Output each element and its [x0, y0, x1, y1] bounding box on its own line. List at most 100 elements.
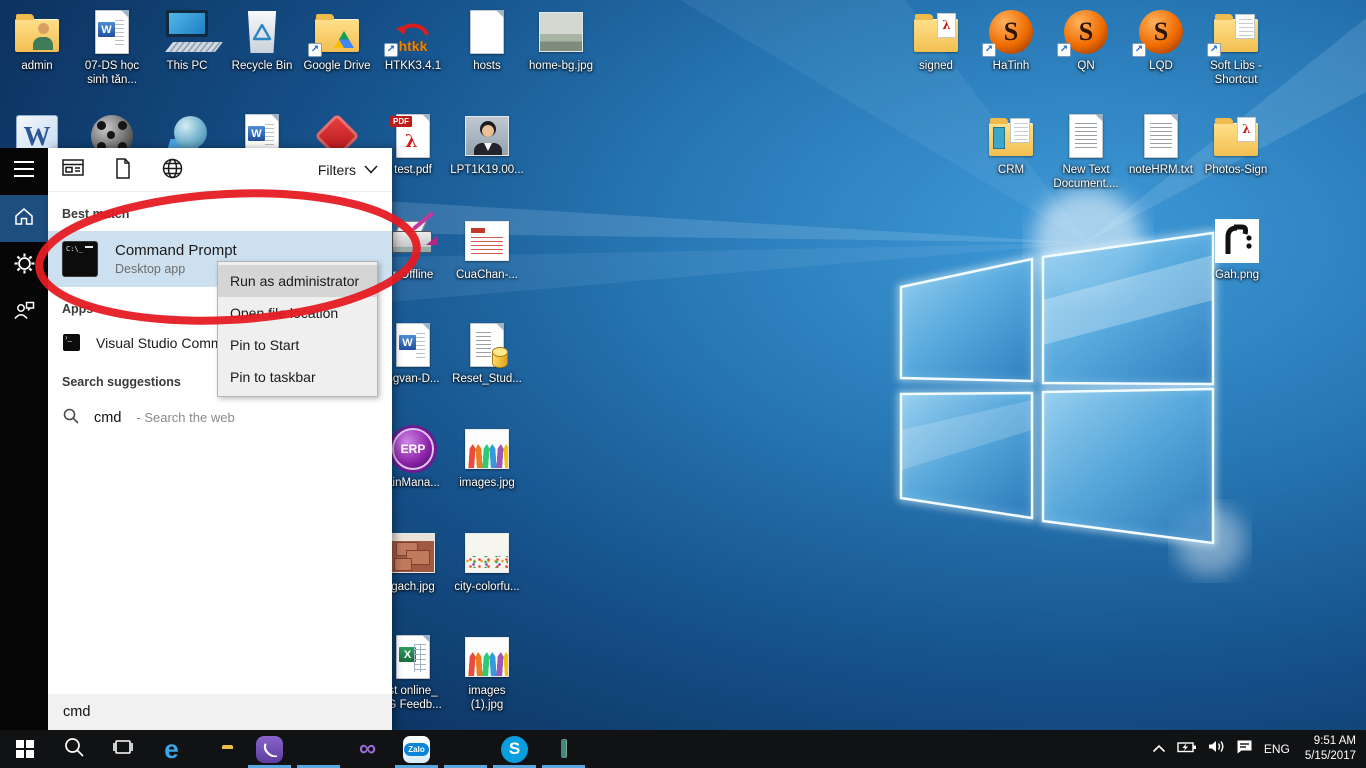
desktop-icon-recycle-bin[interactable]: Recycle Bin	[223, 8, 301, 74]
infinity-icon: ∞	[359, 737, 376, 761]
desktop-icon-label: Reset_Stud...	[448, 373, 526, 387]
desktop-icon-hatinh[interactable]: S↗HaTinh	[972, 8, 1050, 74]
desktop-icon-admin[interactable]: admin	[0, 8, 76, 74]
shortcut-arrow-icon: ↗	[308, 43, 322, 57]
sidebar-item-feedback[interactable]	[0, 289, 48, 336]
gear-icon	[14, 253, 35, 279]
tray-date: 5/15/2017	[1305, 749, 1356, 764]
start-search-input[interactable]: cmd	[48, 694, 392, 730]
taskbar-file-explorer-button[interactable]	[196, 730, 245, 768]
desktop-icon-notehrm-txt[interactable]: noteHRM.txt	[1122, 112, 1200, 178]
desktop-icon-lpt1k19-00[interactable]: LPT1K19.00...	[448, 112, 526, 178]
desktop-icon-images-jpg[interactable]: images.jpg	[448, 425, 526, 491]
desktop-icon-lqd[interactable]: S↗ LQD	[1122, 8, 1200, 74]
skype-icon: S	[501, 736, 528, 763]
windows-logo-icon	[16, 740, 34, 758]
desktop-icon-label: noteHRM.txt	[1122, 164, 1200, 178]
desktop-icon-this-pc[interactable]: This PC	[148, 8, 226, 74]
taskbar-zalo-button[interactable]: Zalo	[392, 730, 441, 768]
taskbar-items: e ∞ Zalo S	[0, 730, 588, 768]
taskbar-chrome-button[interactable]	[294, 730, 343, 768]
desktop-icon-07-ds-h-c-sinh-t-n[interactable]: W07-DS học sinh tăn...	[73, 8, 151, 88]
htkk-icon: htkk↗	[374, 8, 452, 56]
desktop-icon-label: Gah.png	[1198, 269, 1276, 283]
desktop-icon-reset-stud[interactable]: Reset_Stud...	[448, 321, 526, 387]
desktop-icon-label: 07-DS học sinh tăn...	[73, 60, 151, 88]
desktop-icon-crm[interactable]: CRM	[972, 112, 1050, 178]
thumb-redtext-icon	[448, 217, 526, 265]
desktop-icon-label: hosts	[448, 60, 526, 74]
taskbar-edge-button[interactable]: e	[147, 730, 196, 768]
tray-chevron-up-icon[interactable]	[1152, 740, 1166, 758]
context-menu-item-pin-to-start[interactable]: Pin to Start	[218, 329, 377, 361]
desktop-icon-label: This PC	[148, 60, 226, 74]
desktop-icon-new-text-document[interactable]: New Text Document....	[1047, 112, 1125, 192]
taskbar-skype-button[interactable]: S	[490, 730, 539, 768]
desktop-icon-label: home-bg.jpg	[522, 60, 600, 74]
taskbar-htkk-button[interactable]	[441, 730, 490, 768]
context-menu-item-pin-to-taskbar[interactable]: Pin to taskbar	[218, 361, 377, 393]
language-indicator[interactable]: ENG	[1264, 742, 1290, 756]
taskbar-notepad-button[interactable]	[539, 730, 588, 768]
desktop-icon-google-drive[interactable]: ↗Google Drive	[298, 8, 376, 74]
desktop-icon-label: Photos-Sign	[1197, 164, 1275, 178]
speaker-icon[interactable]	[1208, 740, 1225, 758]
this-pc-icon	[148, 8, 226, 56]
taskbar-visual-studio-button[interactable]: ∞	[343, 730, 392, 768]
action-center-icon[interactable]	[1236, 739, 1253, 759]
desktop-icon-label: LQD	[1122, 60, 1200, 74]
filters-button[interactable]: Filters	[318, 162, 378, 178]
desktop-icon-home-bg-jpg[interactable]: home-bg.jpg	[522, 8, 600, 74]
desktop-icon-htkk3-4-1[interactable]: htkk↗ HTKK3.4.1	[374, 8, 452, 74]
tray-clock[interactable]: 9:51 AM 5/15/2017	[1301, 734, 1356, 764]
taskbar-start-button[interactable]	[0, 730, 49, 768]
desktop-icon-label: QN	[1047, 60, 1125, 74]
sidebar-item-settings[interactable]	[0, 242, 48, 289]
recycle-bin-icon	[223, 8, 301, 56]
tray-time: 9:51 AM	[1305, 734, 1356, 749]
desktop-icon-label: HTKK3.4.1	[374, 60, 452, 74]
desktop-icon-hosts[interactable]: hosts	[448, 8, 526, 74]
folder-docs-icon: ↗	[1197, 8, 1275, 56]
desktop-icon-cuachan[interactable]: CuaChan-...	[448, 217, 526, 283]
desktop-icon-soft-libs-shortcut[interactable]: ↗ Soft Libs - Shortcut	[1197, 8, 1275, 88]
desktop-icon-signed[interactable]: λ signed	[897, 8, 975, 74]
s-sphere-icon: S↗	[1047, 8, 1125, 56]
desktop-icon-photos-sign[interactable]: λ Photos-Sign	[1197, 112, 1275, 178]
taskbar-search-button[interactable]	[49, 730, 98, 768]
thumb-pencils-icon	[448, 425, 526, 473]
search-suggestion[interactable]: cmd- Search the web	[48, 399, 392, 436]
taskbar-viber-button[interactable]	[245, 730, 294, 768]
web-filter-icon[interactable]	[162, 158, 183, 182]
s-sphere-icon: S↗	[1122, 8, 1200, 56]
start-menu-sidebar	[0, 148, 48, 730]
desktop-icon-images-1-jpg[interactable]: images (1).jpg	[448, 633, 526, 713]
folder-crm-icon	[972, 112, 1050, 160]
folder-pdf-icon: λ	[1197, 112, 1275, 160]
desktop-icon-qn[interactable]: S↗ QN	[1047, 8, 1125, 74]
folder-user-icon	[0, 8, 76, 56]
context-menu-item-run-as-administrator[interactable]: Run as administrator	[218, 265, 377, 297]
desktop-icon-city-colorfu[interactable]: city-colorfu...	[448, 529, 526, 595]
edge-icon: e	[164, 736, 178, 763]
desktop-icon-gah-png[interactable]: Gah.png	[1198, 217, 1276, 283]
desktop-icon-label: signed	[897, 60, 975, 74]
context-menu: Run as administratorOpen file locationPi…	[217, 261, 378, 397]
best-match-title: Command Prompt	[115, 242, 237, 259]
desktop-icon-label: city-colorfu...	[448, 581, 526, 595]
windows-desktop: adminW07-DS học sinh tăn...This PCRecycl…	[0, 0, 1366, 768]
apps-filter-icon[interactable]	[62, 158, 84, 181]
thumb-gah-icon	[1198, 217, 1276, 265]
desktop-icon-label: admin	[0, 60, 76, 74]
sidebar-item-home[interactable]	[0, 195, 48, 242]
sidebar-item-menu[interactable]	[0, 148, 48, 195]
search-input-value: cmd	[63, 704, 90, 720]
desktop-icon-label: Soft Libs - Shortcut	[1197, 60, 1275, 88]
drive-folder-icon: ↗	[298, 8, 376, 56]
documents-filter-icon[interactable]	[114, 158, 132, 182]
command-prompt-icon: C:\_	[62, 241, 98, 277]
folder-pdf-icon: λ	[897, 8, 975, 56]
taskbar-task-view-button[interactable]	[98, 730, 147, 768]
context-menu-item-open-file-location[interactable]: Open file location	[218, 297, 377, 329]
battery-icon[interactable]	[1177, 740, 1197, 758]
